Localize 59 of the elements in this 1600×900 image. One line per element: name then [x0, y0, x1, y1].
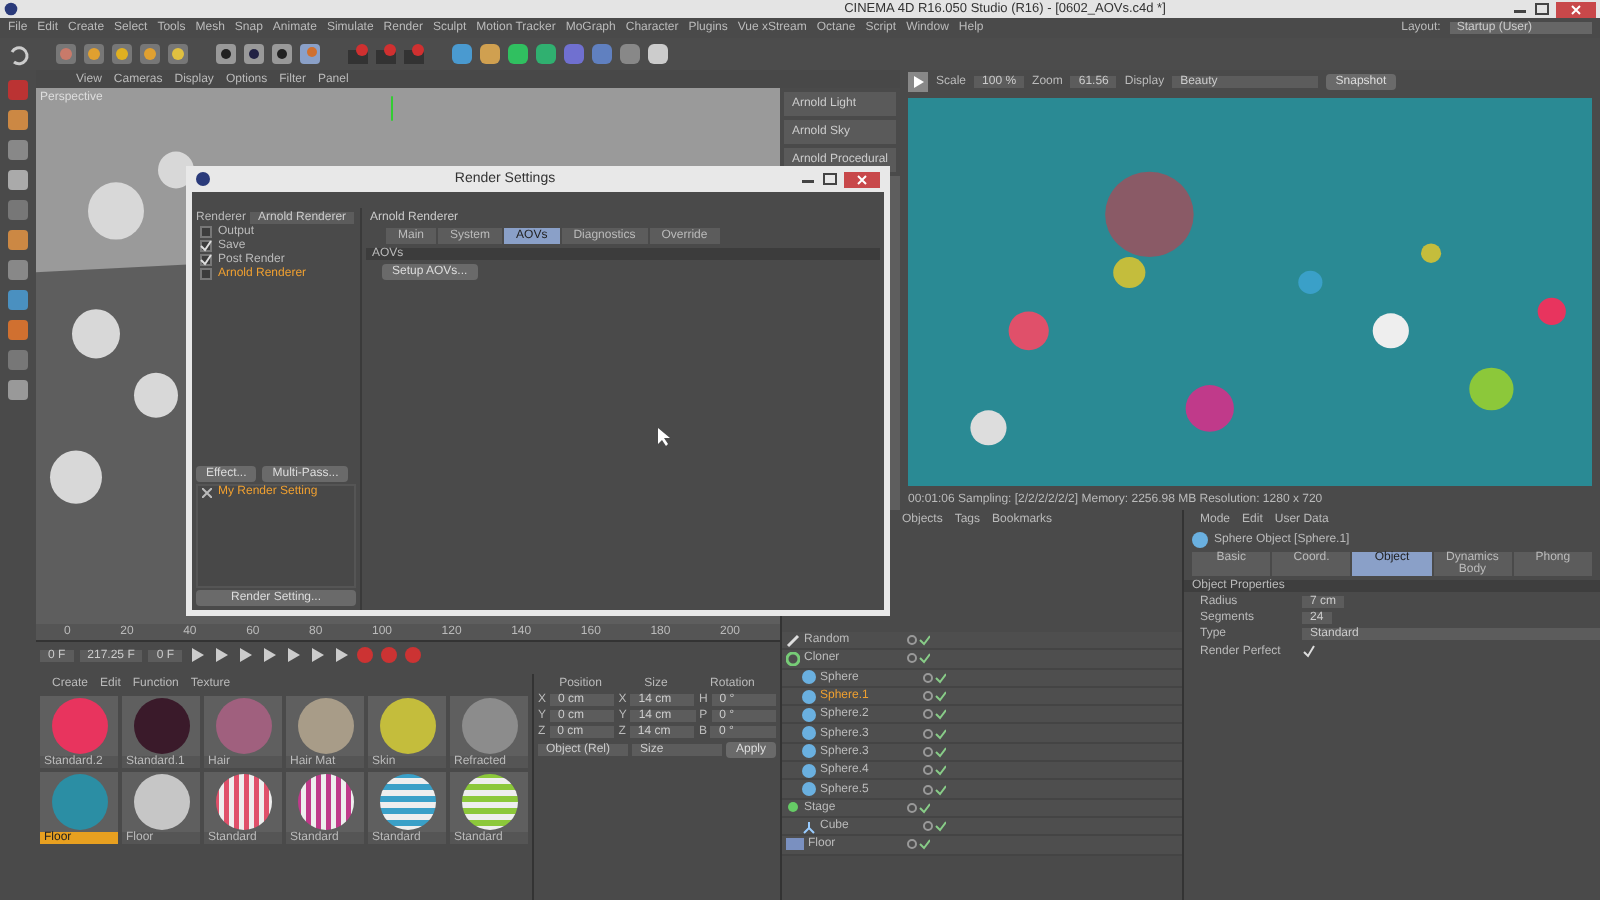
sphere-icon	[1192, 532, 1208, 548]
object-tool-icon[interactable]	[590, 42, 614, 66]
visibility-check-icon[interactable]	[906, 652, 930, 665]
maximize-icon[interactable]	[1534, 2, 1550, 16]
tool-icon[interactable]	[110, 42, 134, 66]
mode-tool-icon[interactable]	[6, 258, 30, 282]
play-icon[interactable]	[908, 72, 928, 92]
axis-lock-icon[interactable]	[214, 42, 238, 66]
mode-tool-icon[interactable]	[6, 228, 30, 252]
mode-tool-icon[interactable]	[6, 138, 30, 162]
object-tool-icon[interactable]	[646, 42, 670, 66]
visibility-check-icon[interactable]	[922, 727, 946, 740]
object-tool-icon[interactable]	[450, 42, 474, 66]
visibility-check-icon[interactable]	[922, 783, 946, 796]
object-tool-icon[interactable]	[506, 42, 530, 66]
tool-icon[interactable]	[138, 42, 162, 66]
checkbox[interactable]	[200, 226, 212, 238]
stage-icon	[786, 800, 800, 815]
visibility-check-icon[interactable]	[922, 708, 946, 721]
close-icon[interactable]	[202, 487, 212, 497]
tool-icon[interactable]	[54, 42, 78, 66]
mode-tool-icon[interactable]	[6, 108, 30, 132]
checkbox[interactable]	[200, 254, 212, 266]
visibility-check-icon[interactable]	[922, 690, 946, 703]
mouse-cursor-icon	[658, 428, 670, 446]
visibility-check-icon[interactable]	[906, 634, 930, 647]
maximize-icon[interactable]	[822, 172, 838, 186]
clapper-icon[interactable]	[402, 42, 426, 66]
tool-icon[interactable]	[82, 42, 106, 66]
close-icon[interactable]	[1556, 1, 1596, 17]
clapper-icon[interactable]	[346, 42, 370, 66]
object-tool-icon[interactable]	[478, 42, 502, 66]
axis-lock-icon[interactable]	[242, 42, 266, 66]
app-logo-icon	[196, 172, 210, 186]
coordinate-system-icon[interactable]	[298, 42, 322, 66]
floor-icon	[786, 838, 804, 851]
visibility-check-icon[interactable]	[922, 764, 946, 777]
visibility-check-icon[interactable]	[906, 801, 930, 814]
mode-tool-icon[interactable]	[6, 168, 30, 192]
object-tool-icon[interactable]	[618, 42, 642, 66]
effector-icon	[786, 633, 800, 648]
undo-icon[interactable]	[6, 42, 30, 66]
visibility-check-icon[interactable]	[922, 820, 946, 833]
checkbox[interactable]	[200, 240, 212, 252]
mode-tool-icon[interactable]	[6, 288, 30, 312]
cloner-icon	[786, 651, 800, 666]
visibility-check-icon[interactable]	[922, 745, 946, 758]
visibility-check-icon[interactable]	[906, 838, 930, 851]
axis-lock-icon[interactable]	[270, 42, 294, 66]
clapper-icon[interactable]	[374, 42, 398, 66]
cube-icon	[802, 819, 816, 834]
tool-icon[interactable]	[166, 42, 190, 66]
checkbox[interactable]	[200, 268, 212, 280]
object-tool-icon[interactable]	[534, 42, 558, 66]
visibility-check-icon[interactable]	[922, 671, 946, 684]
mode-tool-icon[interactable]	[6, 318, 30, 342]
app-logo-icon	[4, 2, 18, 16]
close-icon[interactable]	[844, 171, 880, 187]
mode-tool-icon[interactable]	[6, 378, 30, 402]
